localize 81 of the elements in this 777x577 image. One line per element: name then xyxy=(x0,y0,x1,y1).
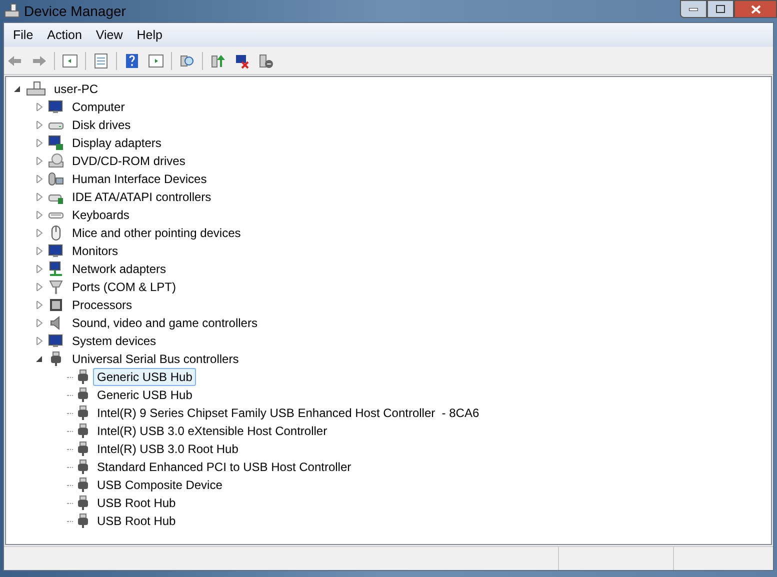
tree-item[interactable]: Monitors xyxy=(68,242,122,260)
tree-item[interactable]: System devices xyxy=(68,332,160,350)
tree-item[interactable]: Display adapters xyxy=(68,134,166,152)
tree-item[interactable]: Processors xyxy=(68,296,136,314)
expand-arrow-icon[interactable] xyxy=(36,193,44,201)
network-icon xyxy=(48,261,64,277)
tree-item[interactable]: USB Root Hub xyxy=(93,494,180,512)
tree-item[interactable]: Computer xyxy=(68,98,129,116)
expand-arrow-icon[interactable] xyxy=(36,283,44,291)
maximize-icon xyxy=(716,5,725,13)
properties-icon xyxy=(93,52,109,68)
expand-arrow-icon[interactable] xyxy=(36,175,44,183)
device-manager-icon xyxy=(4,3,20,19)
tree-item[interactable]: Universal Serial Bus controllers xyxy=(68,350,243,368)
tree-item[interactable]: IDE ATA/ATAPI controllers xyxy=(68,188,216,206)
tree-item[interactable]: USB Root Hub xyxy=(93,512,180,530)
collapse-arrow-icon[interactable] xyxy=(36,355,44,363)
usb-plug-icon xyxy=(77,477,89,493)
scan-hardware-icon xyxy=(179,52,195,68)
close-button[interactable] xyxy=(734,0,777,18)
processor-icon xyxy=(48,297,64,313)
tree-item[interactable]: Generic USB Hub xyxy=(93,368,196,386)
minimize-icon xyxy=(689,8,698,10)
tree-item[interactable]: Disk drives xyxy=(68,116,135,134)
collapse-arrow-icon[interactable] xyxy=(14,85,22,93)
menu-item[interactable]: Help xyxy=(130,26,170,44)
disable-device-icon xyxy=(258,52,274,68)
uninstall-icon xyxy=(234,52,250,68)
usb-plug-icon xyxy=(77,513,89,529)
input-device-icon xyxy=(48,171,64,187)
tree-item[interactable]: USB Composite Device xyxy=(93,476,226,494)
usb-plug-icon xyxy=(77,405,89,421)
tree-item[interactable]: DVD/CD-ROM drives xyxy=(68,152,190,170)
usb-plug-icon xyxy=(77,459,89,475)
tree-item[interactable]: Standard Enhanced PCI to USB Host Controller xyxy=(93,458,356,476)
close-icon xyxy=(750,4,760,14)
computer-icon xyxy=(48,99,64,115)
expand-arrow-icon[interactable] xyxy=(36,337,44,345)
maximize-button[interactable] xyxy=(707,0,734,18)
window-title: Device Manager xyxy=(24,2,126,21)
expand-arrow-icon[interactable] xyxy=(36,157,44,165)
expand-arrow-icon[interactable] xyxy=(36,319,44,327)
usb-plug-icon xyxy=(77,495,89,511)
menu-item[interactable]: View xyxy=(88,26,130,44)
port-connector-icon xyxy=(48,279,64,295)
tree-item[interactable]: Mice and other pointing devices xyxy=(68,224,245,242)
console-tree-icon xyxy=(62,52,78,68)
expand-arrow-icon[interactable] xyxy=(36,301,44,309)
tree-item[interactable]: Human Interface Devices xyxy=(68,170,211,188)
tree-item[interactable]: user-PC xyxy=(50,80,102,98)
tree-item[interactable]: Network adapters xyxy=(68,260,170,278)
disc-drive-icon xyxy=(48,153,64,169)
expand-arrow-icon[interactable] xyxy=(36,211,44,219)
menu-item[interactable]: File xyxy=(6,26,40,44)
tree-item[interactable]: Generic USB Hub xyxy=(93,386,196,404)
usb-plug-icon xyxy=(77,423,89,439)
usb-plug-icon xyxy=(77,369,89,385)
expand-arrow-icon[interactable] xyxy=(36,265,44,273)
menu-item[interactable]: Action xyxy=(40,26,89,44)
usb-plug-icon xyxy=(50,351,62,367)
monitor-icon xyxy=(48,243,64,259)
usb-plug-icon xyxy=(77,387,89,403)
tree-item[interactable]: Ports (COM & LPT) xyxy=(68,278,180,296)
action-pane-icon xyxy=(148,52,164,68)
update-driver-icon xyxy=(210,52,226,68)
help-icon xyxy=(124,52,140,68)
expand-arrow-icon[interactable] xyxy=(36,229,44,237)
tree-item[interactable]: Intel(R) 9 Series Chipset Family USB Enhanced Host Controller - 8CA6 xyxy=(93,404,484,422)
computer-printer-icon xyxy=(26,81,46,97)
tree-item[interactable]: Keyboards xyxy=(68,206,134,224)
expand-arrow-icon[interactable] xyxy=(36,247,44,255)
expand-arrow-icon[interactable] xyxy=(36,121,44,129)
expand-arrow-icon[interactable] xyxy=(36,103,44,111)
computer-icon xyxy=(48,333,64,349)
tree-item[interactable]: Intel(R) USB 3.0 eXtensible Host Controller xyxy=(93,422,332,440)
tree-item[interactable]: Sound, video and game controllers xyxy=(68,314,262,332)
minimize-button[interactable] xyxy=(680,0,707,18)
display-adapter-icon xyxy=(48,135,64,151)
expand-arrow-icon[interactable] xyxy=(36,139,44,147)
tree-item[interactable]: Intel(R) USB 3.0 Root Hub xyxy=(93,440,242,458)
usb-plug-icon xyxy=(77,441,89,457)
